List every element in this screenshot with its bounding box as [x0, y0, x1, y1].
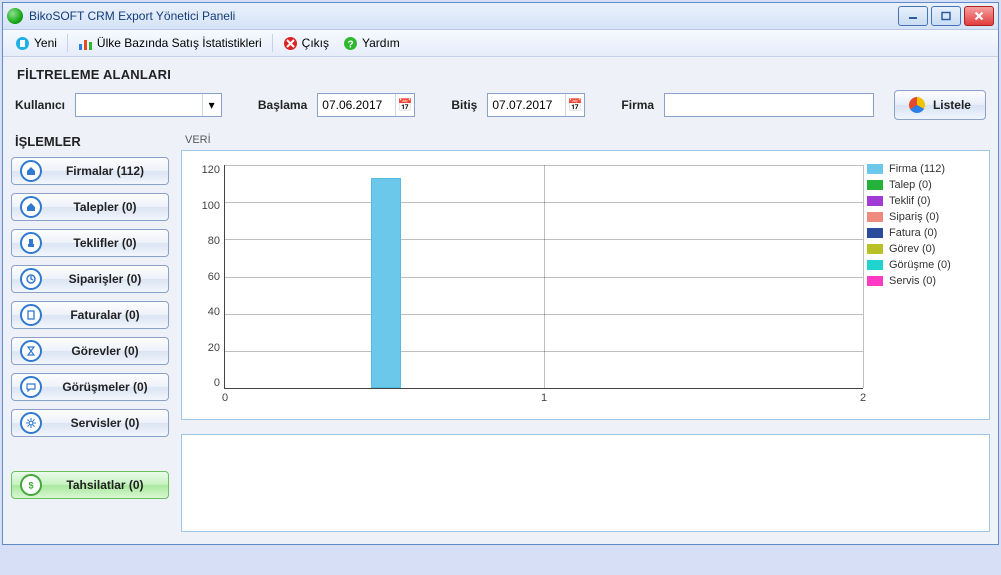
toolbar: Yeni Ülke Bazında Satış İstatistikleri Ç… [3, 30, 998, 57]
user-combo[interactable]: ▾ [75, 93, 222, 117]
toolbar-stats[interactable]: Ülke Bazında Satış İstatistikleri [72, 34, 268, 53]
toolbar-stats-label: Ülke Bazında Satış İstatistikleri [97, 36, 262, 50]
maximize-button[interactable] [931, 6, 961, 26]
start-date-value: 07.06.2017 [318, 98, 395, 112]
legend-item: Fatura (0) [867, 227, 979, 239]
ops-button-label: Görevler (0) [50, 344, 160, 358]
app-icon [7, 8, 23, 24]
ops-button-label: Siparişler (0) [50, 272, 160, 286]
toolbar-exit-label: Çıkış [302, 36, 329, 50]
ops-button-label: Görüşmeler (0) [50, 380, 160, 394]
legend-item: Teklif (0) [867, 195, 979, 207]
legend-item: Sipariş (0) [867, 211, 979, 223]
ops-button-label: Teklifler (0) [50, 236, 160, 250]
chevron-down-icon: ▾ [202, 94, 221, 116]
toolbar-new[interactable]: Yeni [9, 34, 63, 53]
legend-item: Görüşme (0) [867, 259, 979, 271]
ops-button-3[interactable]: Siparişler (0) [11, 265, 169, 293]
ops-button-1[interactable]: Talepler (0) [11, 193, 169, 221]
clock-icon [20, 268, 42, 290]
legend-item: Firma (112) [867, 163, 979, 175]
piechart-icon [909, 97, 925, 113]
close-button[interactable] [964, 6, 994, 26]
ops-title: İŞLEMLER [15, 134, 169, 149]
gear-icon [20, 412, 42, 434]
ops-button-0[interactable]: Firmalar (112) [11, 157, 169, 185]
list-button[interactable]: Listele [894, 90, 986, 120]
talk-icon [20, 376, 42, 398]
chart-title: VERİ [185, 134, 990, 146]
chart-legend: Firma (112) Talep (0) Teklif (0) Sipariş (0… [863, 159, 979, 409]
toolbar-help-label: Yardım [362, 36, 400, 50]
hand-icon [20, 232, 42, 254]
toolbar-help[interactable]: ? Yardım [337, 34, 406, 53]
legend-item: Talep (0) [867, 179, 979, 191]
doc-icon [20, 304, 42, 326]
chart-panel: 120100806040200 012 Firma (112)Talep (0)… [181, 150, 990, 420]
user-label: Kullanıcı [15, 98, 65, 112]
start-label: Başlama [258, 98, 307, 112]
ops-button-5[interactable]: Görevler (0) [11, 337, 169, 365]
ops-button-label: Faturalar (0) [50, 308, 160, 322]
svg-text:?: ? [347, 39, 353, 50]
chart-bar [371, 178, 401, 388]
toolbar-exit[interactable]: Çıkış [277, 34, 335, 53]
calendar-icon: 📅 [565, 94, 584, 116]
calendar-icon: 📅 [395, 94, 414, 116]
stop-icon [283, 36, 298, 51]
ops-button-label: Talepler (0) [50, 200, 160, 214]
ops-tahsilatlar-label: Tahsilatlar (0) [50, 478, 160, 492]
blank-panel [181, 434, 990, 532]
barchart-icon [78, 36, 93, 51]
start-date[interactable]: 07.06.2017 📅 [317, 93, 415, 117]
end-date[interactable]: 07.07.2017 📅 [487, 93, 585, 117]
ops-button-7[interactable]: Servisler (0) [11, 409, 169, 437]
list-button-label: Listele [933, 98, 971, 112]
ops-button-4[interactable]: Faturalar (0) [11, 301, 169, 329]
ops-button-2[interactable]: Teklifler (0) [11, 229, 169, 257]
money-icon: $ [20, 474, 42, 496]
svg-text:$: $ [28, 481, 33, 491]
sand-icon [20, 340, 42, 362]
new-icon [15, 36, 30, 51]
legend-item: Servis (0) [867, 275, 979, 287]
window-title: BikoSOFT CRM Export Yönetici Paneli [29, 9, 235, 23]
help-icon: ? [343, 36, 358, 51]
filter-row: Kullanıcı ▾ Başlama 07.06.2017 📅 Bitiş 0… [11, 88, 990, 128]
ops-button-label: Servisler (0) [50, 416, 160, 430]
minimize-button[interactable] [898, 6, 928, 26]
toolbar-new-label: Yeni [34, 36, 57, 50]
firm-input[interactable] [664, 93, 874, 117]
ops-button-label: Firmalar (112) [50, 164, 160, 178]
filter-section-title: FİLTRELEME ALANLARI [17, 67, 990, 82]
home-icon [20, 160, 42, 182]
titlebar: BikoSOFT CRM Export Yönetici Paneli [3, 3, 998, 30]
legend-item: Görev (0) [867, 243, 979, 255]
end-date-value: 07.07.2017 [488, 98, 565, 112]
ops-button-6[interactable]: Görüşmeler (0) [11, 373, 169, 401]
end-label: Bitiş [451, 98, 477, 112]
firm-label: Firma [621, 98, 654, 112]
home-icon [20, 196, 42, 218]
ops-tahsilatlar[interactable]: $ Tahsilatlar (0) [11, 471, 169, 499]
